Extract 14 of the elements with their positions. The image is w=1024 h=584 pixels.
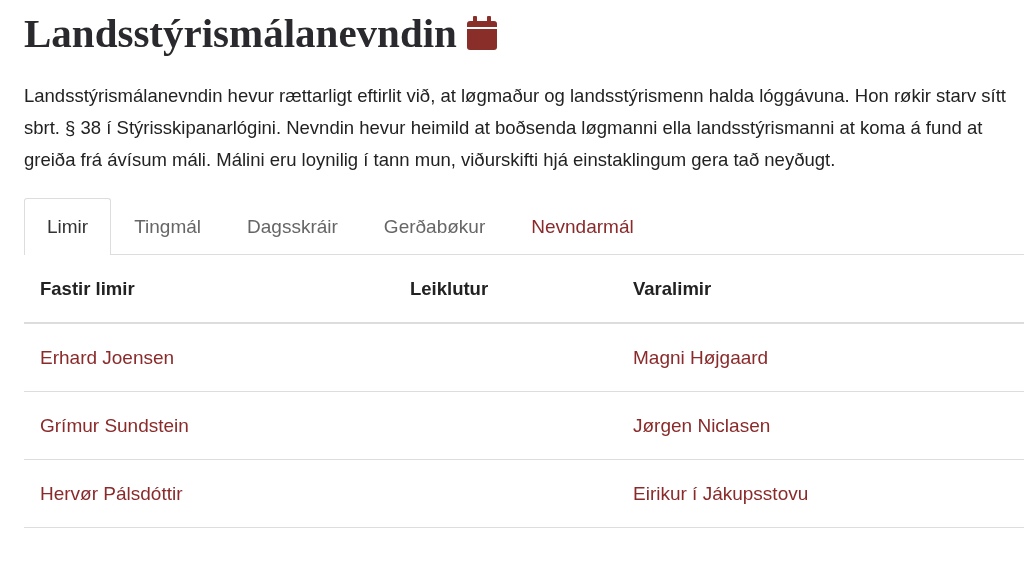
member-link[interactable]: Magni Højgaard [633, 346, 769, 369]
tab[interactable]: Limir [24, 198, 112, 255]
column-header: Fastir limir [24, 255, 394, 324]
column-header: Leiklutur [394, 255, 617, 324]
member-link[interactable]: Erhard Joensen [40, 346, 175, 369]
member-link[interactable]: Grímur Sundstein [40, 414, 189, 437]
calendar-icon[interactable] [466, 16, 497, 50]
column-header: Varalimir [617, 255, 1024, 324]
member-link[interactable]: Hervør Pálsdóttir [40, 482, 183, 505]
page-title: Landsstýrismálanevndin [24, 9, 457, 57]
member-link[interactable]: Eirikur í Jákupsstovu [633, 482, 809, 505]
tab[interactable]: Nevndarmál [508, 198, 657, 255]
description: Landsstýrismálanevndin hevur rættarligt eftirlit við, at løgmaður og landsstýrismenn halda lóggávuna. Hon røkir starv sítt sbrt. § 38 í Stýrisskipanarlógini. Nevndin hevur heimild at boðsenda løgmanni ella landsstýrismanni at koma á fund at greiða frá ávísum máli. Málini eru loynilig í tann mun, viðurskifti hjá einstaklingum gera tað neyðugt. [24, 84, 1007, 172]
member-link[interactable]: Jørgen Niclasen [633, 414, 771, 437]
